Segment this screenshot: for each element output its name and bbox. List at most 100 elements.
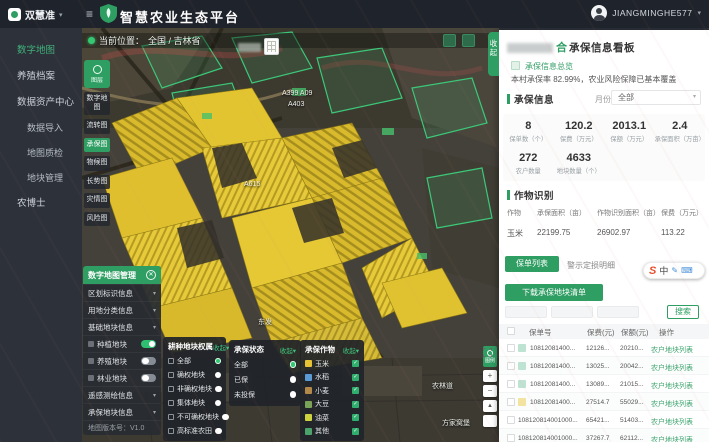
ownership-option-all[interactable]: 全部 bbox=[163, 354, 226, 368]
table-row: 10812081400... 12126... 20210... 农户地块列表 bbox=[499, 339, 709, 357]
policy-table: 保单号 保费(元) 保额(元) 操作 10812081400... 12126.… bbox=[499, 324, 709, 442]
layer-button-phenology[interactable]: 物候图 bbox=[84, 156, 110, 171]
month-select[interactable]: 全部 ▾ bbox=[611, 90, 701, 105]
row-checkbox[interactable] bbox=[507, 344, 515, 352]
checkbox-checked-icon[interactable]: ✓ bbox=[352, 428, 359, 435]
map-quick-button-1[interactable] bbox=[443, 34, 456, 47]
row-checkbox[interactable] bbox=[507, 434, 515, 442]
pen-icon[interactable]: ✎ bbox=[671, 266, 678, 275]
basemap-switch-button[interactable] bbox=[264, 38, 279, 55]
stat-policy-count: 8保单数（个） bbox=[503, 120, 554, 143]
crop-legend-rice: 水稻✓ bbox=[300, 371, 364, 385]
layer-group-insured-parcel[interactable]: 承保地块信息▾ bbox=[83, 403, 161, 420]
ownership-option-untitled[interactable]: 非确权地块 bbox=[163, 382, 226, 396]
panel-collapse-tab[interactable]: 收起 bbox=[488, 32, 499, 76]
stat-coverage: 2013.1保额（万元） bbox=[604, 120, 655, 143]
layer-group-basic-parcel[interactable]: 基础地块信息▾ bbox=[83, 318, 161, 335]
sidebar-item-digital-map[interactable]: 数字地图 bbox=[0, 38, 82, 64]
sidebar-item-agri-doctor[interactable]: 农博士 bbox=[0, 191, 82, 217]
ime-toolbar[interactable]: S 中 ✎ ⌨ bbox=[643, 262, 705, 279]
layer-button-disaster[interactable]: 灾情图 bbox=[84, 193, 110, 208]
other-color-swatch bbox=[305, 428, 312, 435]
policy-amount: 62112... bbox=[620, 435, 643, 442]
checkbox-checked-icon[interactable]: ✓ bbox=[352, 360, 359, 367]
user-menu[interactable]: JIANGMINGHE577 ▾ bbox=[591, 5, 701, 21]
keyboard-icon[interactable]: ⌨ bbox=[681, 266, 693, 275]
ownership-option-titled[interactable]: 确权地块 bbox=[163, 368, 226, 382]
panel-title-icon: 合 bbox=[556, 39, 567, 55]
zoom-out-button[interactable]: − bbox=[483, 385, 497, 397]
checkbox-icon bbox=[168, 358, 174, 364]
search-button[interactable]: 搜索 bbox=[667, 305, 699, 319]
compass-button[interactable]: ▲ bbox=[483, 400, 497, 412]
status-badge bbox=[518, 398, 526, 406]
farmer-parcel-link[interactable]: 农户地块列表 bbox=[651, 435, 693, 442]
filter-input-3[interactable] bbox=[597, 306, 639, 318]
map-canvas[interactable]: 当前位置： 全国 / 吉林省 A399 A09 A403 A615 东发 农林道… bbox=[82, 28, 499, 442]
layer-group-landuse[interactable]: 用地分类信息▾ bbox=[83, 301, 161, 318]
row-checkbox[interactable] bbox=[507, 380, 515, 388]
filter-input-1[interactable] bbox=[505, 306, 547, 318]
collapse-link[interactable]: 收起▾ bbox=[213, 342, 229, 352]
policy-amount: 21015... bbox=[620, 381, 644, 388]
download-parcel-list-button[interactable]: 下载承保地块清单 bbox=[505, 284, 603, 301]
ownership-option-collective[interactable]: 集体地块 bbox=[163, 396, 226, 410]
tab-policy-list[interactable]: 保单列表 bbox=[505, 256, 559, 272]
ownership-option-nontitleable[interactable]: 不可确权地块 bbox=[163, 410, 226, 424]
section-crop-recognition: 作物识别 bbox=[507, 188, 554, 202]
tab-warning-detail[interactable]: 警示定损明细 bbox=[567, 260, 615, 271]
status-option-uninsured[interactable]: 未投保 bbox=[229, 387, 301, 402]
status-option-all[interactable]: 全部 bbox=[229, 357, 301, 372]
fullscreen-button[interactable] bbox=[483, 415, 497, 427]
org-switcher[interactable]: 双慧准 ▾ bbox=[8, 7, 63, 22]
collapse-link[interactable]: 收起▾ bbox=[280, 345, 296, 355]
filter-input-2[interactable] bbox=[551, 306, 593, 318]
sidebar-collapse-icon[interactable]: ≡ bbox=[86, 7, 93, 21]
checkbox-icon bbox=[168, 428, 174, 434]
sidebar-item-data-asset-center[interactable]: 数据资产中心 bbox=[0, 90, 82, 116]
forestry-parcel-toggle[interactable] bbox=[141, 374, 156, 383]
collapse-link[interactable]: 收起▾ bbox=[343, 345, 359, 355]
chevron-down-icon: ▾ bbox=[59, 11, 63, 19]
layer-button-growth[interactable]: 长势图 bbox=[84, 175, 110, 190]
status-option-insured[interactable]: 已保 bbox=[229, 372, 301, 387]
layer-group-remote-sensing[interactable]: 遥感测绘信息▾ bbox=[83, 386, 161, 403]
sidebar-item-data-import[interactable]: 数据导入 bbox=[0, 116, 82, 141]
layer-tool-button[interactable]: 图层 bbox=[84, 60, 110, 88]
layer-button-transfer[interactable]: 流转图 bbox=[84, 119, 110, 134]
checkbox-checked-icon[interactable]: ✓ bbox=[352, 414, 359, 421]
row-checkbox[interactable] bbox=[507, 362, 515, 370]
location-dot-icon bbox=[88, 37, 95, 44]
brand-icon bbox=[8, 8, 21, 21]
policy-amount: 20042... bbox=[620, 363, 644, 370]
close-icon[interactable]: ✕ bbox=[146, 270, 156, 280]
layer-button-digital-map[interactable]: 数字地图 bbox=[84, 92, 110, 115]
ime-lang-icon[interactable]: 中 bbox=[659, 264, 668, 277]
farmer-parcel-link[interactable]: 农户地块列表 bbox=[651, 417, 693, 427]
layer-group-district[interactable]: 区划标识信息▾ bbox=[83, 284, 161, 301]
sidebar-item-breeding-archive[interactable]: 养殖档案 bbox=[0, 64, 82, 90]
map-quick-button-2[interactable] bbox=[462, 34, 475, 47]
sidebar-item-map-qc[interactable]: 地图质检 bbox=[0, 141, 82, 166]
farmer-parcel-link[interactable]: 农户地块列表 bbox=[651, 381, 693, 391]
checkbox-checked-icon[interactable]: ✓ bbox=[352, 387, 359, 394]
farmer-parcel-link[interactable]: 农户地块列表 bbox=[651, 345, 693, 355]
farmer-parcel-link[interactable]: 农户地块列表 bbox=[651, 399, 693, 409]
zoom-in-button[interactable]: + bbox=[483, 370, 497, 382]
planting-parcel-toggle[interactable] bbox=[141, 340, 156, 349]
sidebar-item-parcel-management[interactable]: 地块管理 bbox=[0, 166, 82, 191]
select-all-checkbox[interactable] bbox=[507, 327, 515, 335]
stat-parcel-count: 4633地块数量（个） bbox=[554, 152, 605, 175]
row-checkbox[interactable] bbox=[507, 398, 515, 406]
table-row: 108120814001000... 65421... 51403... 农户地… bbox=[499, 411, 709, 429]
checkbox-icon bbox=[168, 400, 174, 406]
farmer-parcel-link[interactable]: 农户地块列表 bbox=[651, 363, 693, 373]
breeding-parcel-toggle[interactable] bbox=[141, 357, 156, 366]
checkbox-checked-icon[interactable]: ✓ bbox=[352, 401, 359, 408]
ownership-option-hq-farmland[interactable]: 高标准农田 bbox=[163, 424, 226, 438]
checkbox-checked-icon[interactable]: ✓ bbox=[352, 374, 359, 381]
layer-button-insured[interactable]: 承保图 bbox=[84, 138, 110, 153]
row-checkbox[interactable] bbox=[507, 416, 515, 424]
insure-status-panel: 承保状态收起▾ 全部 已保 未投保 bbox=[229, 340, 301, 406]
layer-button-risk[interactable]: 风险图 bbox=[84, 212, 110, 227]
